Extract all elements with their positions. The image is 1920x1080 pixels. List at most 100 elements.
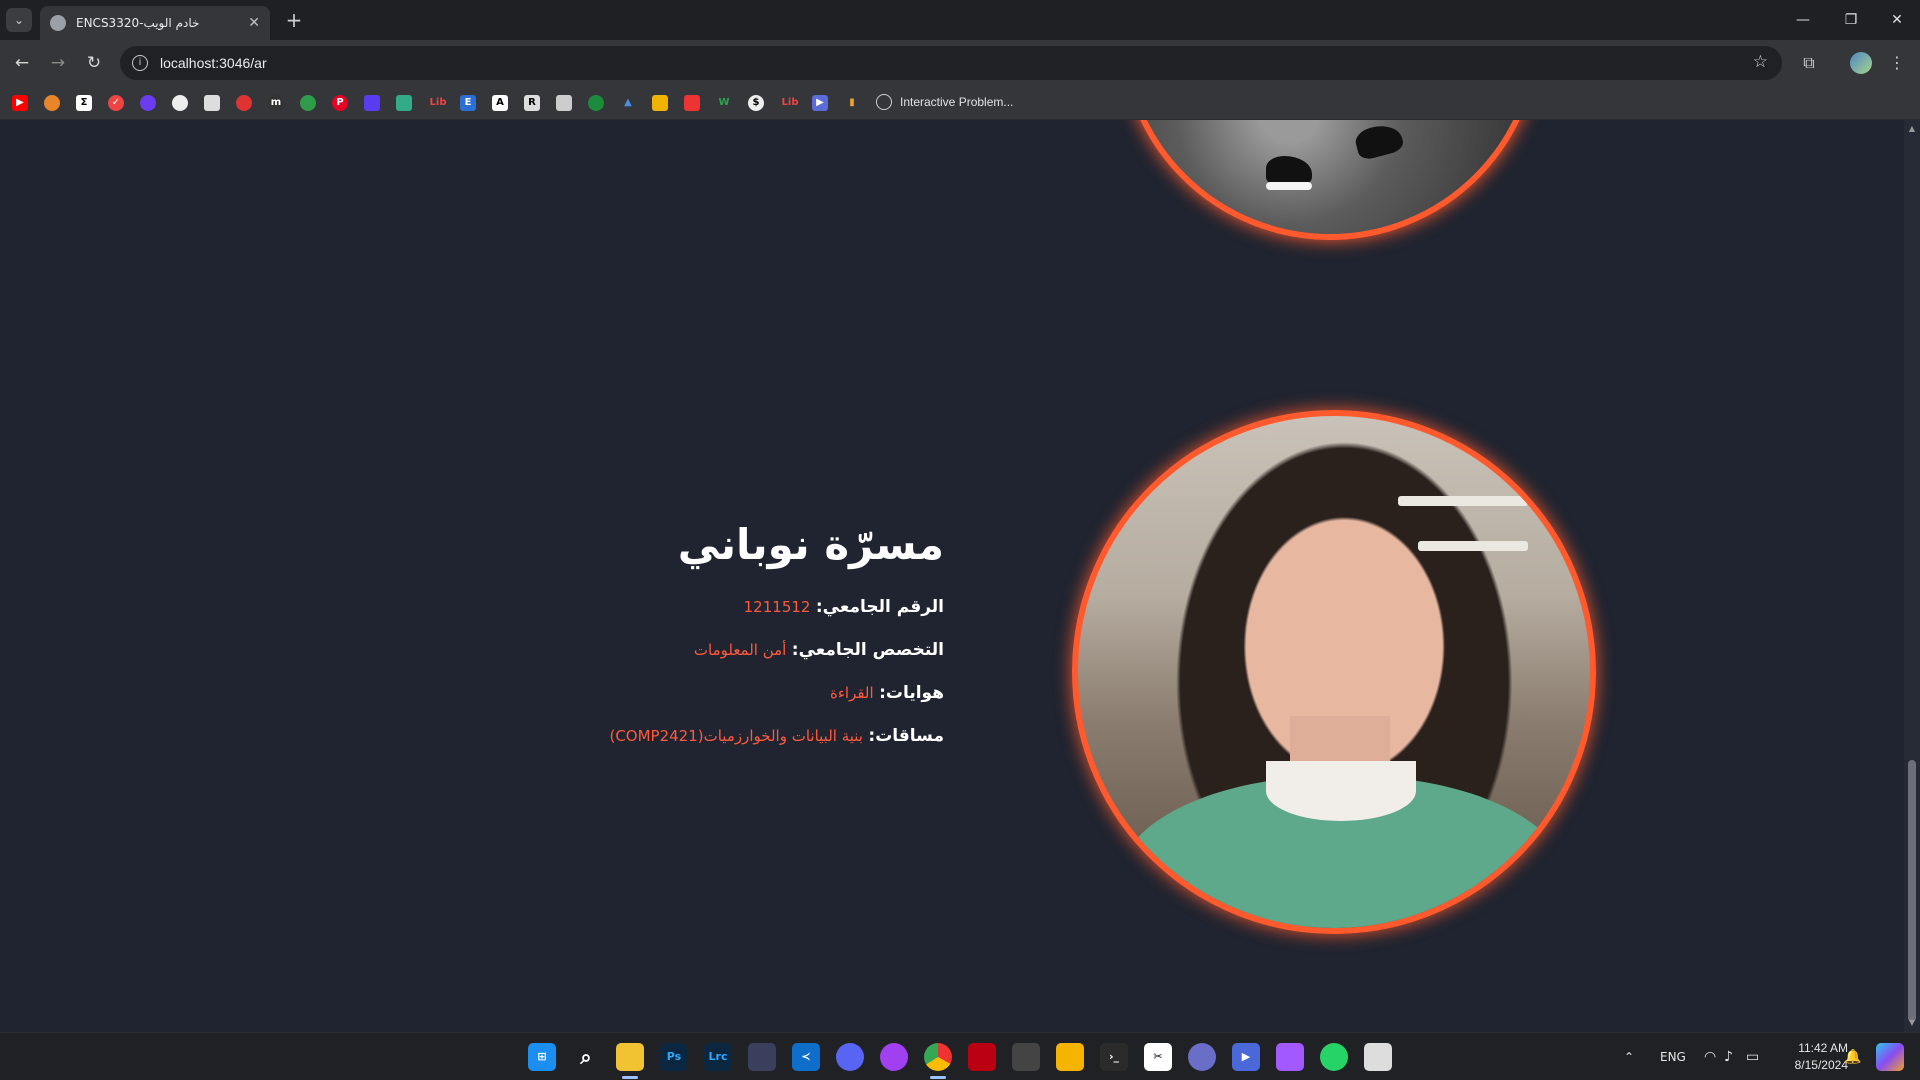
tab-search-button[interactable]: ⌄ [6, 8, 32, 32]
language-indicator[interactable]: ENG [1660, 1033, 1700, 1080]
tab-strip: ⌄ ENCS3320-خادم الويب ✕ + — ❐ ✕ [0, 0, 1920, 40]
forward-button[interactable]: → [46, 51, 70, 75]
courses-row: مساقات: بنية البيانات والخوارزميات(COMP2… [560, 724, 944, 748]
address-bar[interactable]: i localhost:3046/ar ☆ [120, 46, 1782, 80]
student-info: مسرّة نوباني الرقم الجامعي: 1211512 التخ… [560, 520, 944, 767]
play-bookmark-icon[interactable]: ▶ [812, 95, 828, 111]
bookmark-interactive-problems[interactable]: Interactive Problem... [876, 94, 1013, 110]
menu-icon[interactable]: ⋮ [1886, 52, 1908, 74]
chrome-icon[interactable] [924, 1043, 952, 1071]
play-icon[interactable]: ▶ [1232, 1043, 1260, 1071]
active-indicator [930, 1076, 946, 1079]
time-text: 11:42 AM [1798, 1041, 1848, 1055]
date-text: 8/15/2024 [1794, 1058, 1848, 1072]
wifi-icon[interactable]: ◠ [1704, 1033, 1716, 1080]
e-bookmark-icon[interactable]: E [460, 95, 476, 111]
minimize-button[interactable]: — [1780, 0, 1826, 40]
file-explorer-icon[interactable] [616, 1043, 644, 1071]
active-tab[interactable]: ENCS3320-خادم الويب ✕ [40, 6, 270, 40]
m-bookmark-icon[interactable]: m [268, 95, 284, 111]
clock[interactable]: 11:42 AM 8/15/2024 [1772, 1040, 1848, 1074]
r-bookmark-icon[interactable]: R [524, 95, 540, 111]
sigma-bookmark-icon[interactable]: Σ [76, 95, 92, 111]
lightroom-icon[interactable]: Lrc [704, 1043, 732, 1071]
extensions-icon[interactable]: ⧉ [1798, 52, 1820, 74]
bookmark-star-icon[interactable]: ☆ [1753, 52, 1768, 72]
bookmark-label: Interactive Problem... [900, 95, 1014, 109]
w-bookmark-icon[interactable]: W [716, 95, 732, 111]
major-row: التخصص الجامعي: أمن المعلومات [560, 638, 944, 662]
figma-icon[interactable] [1276, 1043, 1304, 1071]
photoshop-icon[interactable]: Ps [660, 1043, 688, 1071]
close-window-button[interactable]: ✕ [1874, 0, 1920, 40]
volume-icon[interactable]: ♪ [1724, 1033, 1733, 1080]
f-bookmark-icon[interactable] [140, 95, 156, 111]
reload-button[interactable]: ↻ [82, 51, 106, 75]
profile-avatar[interactable] [1850, 52, 1872, 74]
tree-bookmark-icon[interactable] [300, 95, 316, 111]
notes-icon[interactable] [1056, 1043, 1084, 1071]
battery-icon[interactable]: ▭ [1746, 1033, 1759, 1080]
fire-bookmark-icon[interactable] [44, 95, 60, 111]
davinci-icon[interactable] [748, 1043, 776, 1071]
heart-bookmark-icon[interactable] [236, 95, 252, 111]
student-name: مسرّة نوباني [677, 520, 944, 569]
vscode-icon[interactable]: ≺ [792, 1043, 820, 1071]
keep-bookmark-icon[interactable] [652, 95, 668, 111]
globe-icon [876, 94, 892, 110]
capcut-icon[interactable]: ✂ [1144, 1043, 1172, 1071]
chart-bookmark-icon[interactable]: ▮ [844, 95, 860, 111]
app-icon[interactable] [968, 1043, 996, 1071]
restore-button[interactable]: ❐ [1828, 0, 1874, 40]
back-button[interactable]: ← [10, 51, 34, 75]
list-bookmark-icon[interactable] [396, 95, 412, 111]
ceiling-light [1418, 541, 1528, 551]
student-id-value: 1211512 [743, 598, 811, 616]
triangle-bookmark-icon[interactable]: ▲ [620, 95, 636, 111]
lib2-bookmark-icon[interactable]: Lib [778, 95, 802, 111]
dollar-bookmark-icon[interactable]: $ [748, 95, 764, 111]
profile-photo [1072, 410, 1596, 934]
site-info-icon[interactable]: i [132, 55, 148, 71]
terminal-icon[interactable]: ›_ [1100, 1043, 1128, 1071]
red-bookmark-icon[interactable] [684, 95, 700, 111]
lib-bookmark-icon[interactable]: Lib [426, 95, 450, 111]
ceiling-light [1398, 496, 1528, 506]
hobbies-label: هوايات: [879, 683, 944, 703]
new-tab-button[interactable]: + [282, 8, 306, 32]
tab-title: ENCS3320-خادم الويب [76, 16, 200, 30]
search-icon[interactable]: ⌕ [572, 1043, 600, 1071]
app-icon[interactable] [1188, 1043, 1216, 1071]
chevron-up-icon[interactable]: ⌃ [1624, 1033, 1634, 1080]
page-bookmark-icon[interactable] [204, 95, 220, 111]
close-tab-icon[interactable]: ✕ [248, 15, 260, 31]
whatsapp-icon[interactable] [1320, 1043, 1348, 1071]
check-bookmark-icon[interactable]: ✓ [108, 95, 124, 111]
snipping-icon[interactable] [1364, 1043, 1392, 1071]
start-button[interactable]: ⊞ [528, 1043, 556, 1071]
leaf-bookmark-icon[interactable] [588, 95, 604, 111]
student-id-label: الرقم الجامعي: [815, 597, 944, 617]
scroll-up-arrow[interactable]: ▲ [1907, 124, 1917, 133]
a-bookmark-icon[interactable]: A [492, 95, 508, 111]
discord-icon[interactable] [836, 1043, 864, 1071]
notification-bell-icon[interactable]: 🔔 [1844, 1033, 1861, 1080]
globe-icon [50, 15, 66, 31]
openai-bookmark-icon[interactable] [172, 95, 188, 111]
major-value: أمن المعلومات [693, 641, 787, 659]
messenger-icon[interactable] [880, 1043, 908, 1071]
active-indicator [622, 1076, 638, 1079]
vertical-scrollbar[interactable]: ▲ ▼ [1904, 120, 1920, 1032]
scroll-down-arrow[interactable]: ▼ [1907, 1018, 1917, 1027]
scrollbar-thumb[interactable] [1908, 760, 1916, 1022]
copilot-icon[interactable] [1876, 1043, 1904, 1071]
taskbar: ⊞ ⌕ Ps Lrc ≺ ›_ ✂ ▶ ⌃ ENG ◠ ♪ ▭ 11:42 AM… [0, 1032, 1920, 1080]
youtube-bookmark-icon[interactable]: ▶ [12, 95, 28, 111]
shoe-sole-shape [1266, 182, 1312, 190]
photo-collar [1266, 761, 1416, 821]
bookmarks-bar: ▶ Σ ✓ m P Lib E A R ▲ W $ Lib ▶ ▮ Intera… [0, 86, 1920, 120]
grid-bookmark-icon[interactable] [556, 95, 572, 111]
unity-icon[interactable] [1012, 1043, 1040, 1071]
f2-bookmark-icon[interactable] [364, 95, 380, 111]
pinterest-bookmark-icon[interactable]: P [332, 95, 348, 111]
